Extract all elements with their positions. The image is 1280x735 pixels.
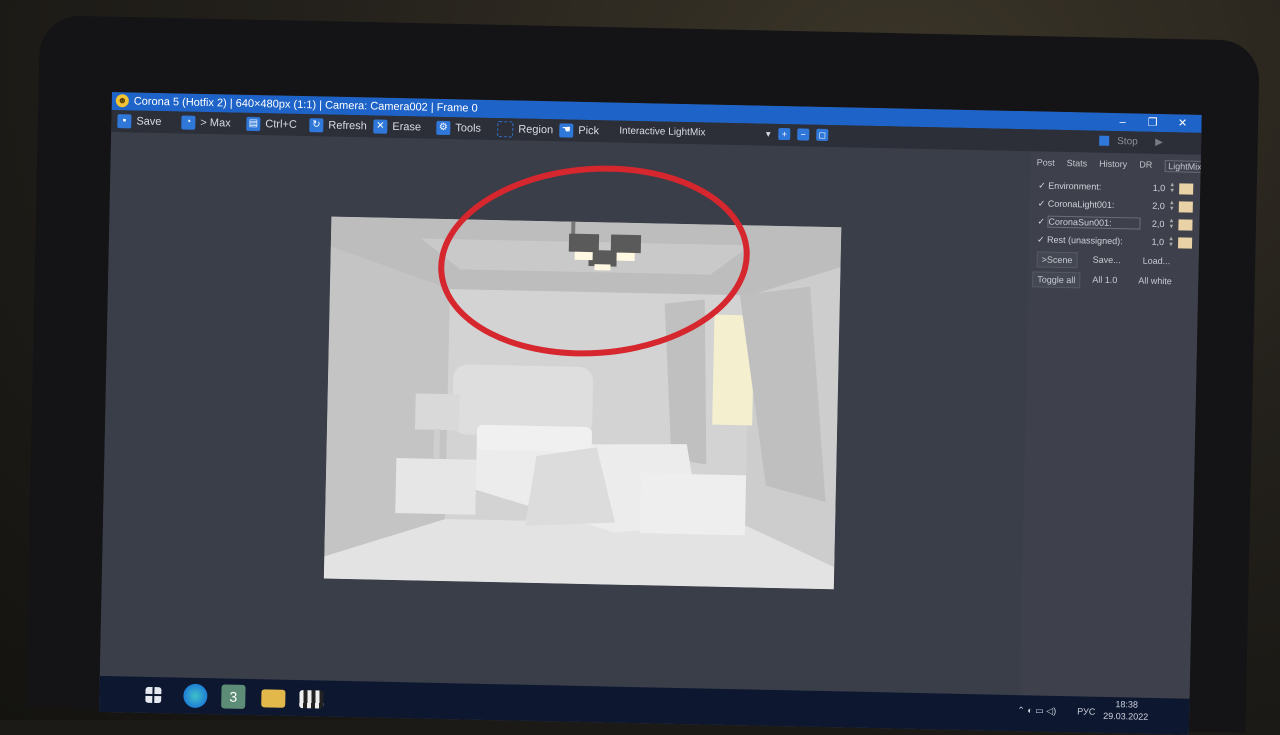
light-row-rest: ✓ Rest (unassigned): 1,0 ▲ ▼ bbox=[1037, 231, 1193, 250]
erase-icon: ✕ bbox=[373, 119, 388, 134]
mode-select[interactable]: Interactive LightMix ▼ bbox=[616, 124, 774, 142]
checkbox[interactable]: ✓ bbox=[1037, 216, 1047, 227]
edge-icon[interactable] bbox=[183, 683, 208, 709]
erase-button[interactable]: ✕ Erase bbox=[373, 117, 421, 136]
save-button[interactable]: ▪ Save bbox=[117, 112, 162, 131]
copy-button[interactable]: ▤ Ctrl+C bbox=[246, 115, 297, 134]
spinner-icon[interactable]: ▲ ▼ bbox=[1169, 182, 1175, 194]
windows-start-icon[interactable] bbox=[145, 686, 162, 704]
zoom-out-icon[interactable]: − bbox=[797, 128, 810, 141]
floppy-disk-icon: ▪ bbox=[117, 114, 132, 129]
refresh-icon: ↻ bbox=[309, 118, 324, 133]
tab-lightmix[interactable]: LightMix bbox=[1164, 160, 1202, 173]
light-row-coronalight001: ✓ CoronaLight001: 2,0 ▲ ▼ bbox=[1038, 195, 1193, 214]
minimize-icon[interactable]: – bbox=[1107, 113, 1137, 132]
3dsmax-icon[interactable]: 3 bbox=[221, 684, 246, 709]
copy-icon: ▤ bbox=[246, 116, 261, 132]
tab-post[interactable]: Post bbox=[1037, 157, 1055, 169]
spinner-icon[interactable]: ▲ ▼ bbox=[1168, 218, 1174, 230]
checkbox[interactable]: ✓ bbox=[1038, 198, 1048, 209]
tools-button[interactable]: ⚙ Tools bbox=[436, 119, 481, 138]
gear-icon: ⚙ bbox=[436, 120, 451, 136]
tab-dr[interactable]: DR bbox=[1139, 160, 1152, 172]
panel-tabs: Post Stats History DR LightMix bbox=[1037, 157, 1202, 173]
tab-stats[interactable]: Stats bbox=[1067, 158, 1088, 170]
intensity-input[interactable]: 2,0 bbox=[1141, 201, 1165, 211]
light-row-coronasun001: ✓ CoronaSun001: 2,0 ▲ ▼ bbox=[1037, 213, 1193, 232]
language-indicator[interactable]: РУС bbox=[1077, 706, 1095, 716]
all-white-button[interactable]: All white bbox=[1138, 274, 1172, 289]
load-preset-button[interactable]: Load... bbox=[1143, 254, 1171, 269]
toggle-all-button[interactable]: Toggle all bbox=[1032, 271, 1081, 289]
play-icon[interactable]: ▶ bbox=[1155, 132, 1163, 154]
spinner-icon[interactable]: ▲ ▼ bbox=[1168, 236, 1174, 248]
zoom-fit-icon[interactable]: ◻ bbox=[816, 128, 829, 142]
stop-icon[interactable] bbox=[1099, 135, 1110, 146]
clock-time[interactable]: 18:38 bbox=[1115, 699, 1138, 709]
region-button[interactable]: Region bbox=[497, 120, 553, 139]
color-swatch[interactable] bbox=[1178, 218, 1193, 231]
intensity-input[interactable]: 2,0 bbox=[1140, 219, 1165, 229]
region-icon bbox=[497, 121, 514, 138]
lightmix-panel: Post Stats History DR LightMix ✓ Environ… bbox=[1019, 151, 1202, 715]
intensity-input[interactable]: 1,0 bbox=[1141, 183, 1166, 193]
close-icon[interactable]: ✕ bbox=[1167, 114, 1197, 133]
maximize-icon[interactable]: ❐ bbox=[1137, 113, 1167, 132]
refresh-button[interactable]: ↻ Refresh bbox=[309, 116, 367, 135]
tray-icons[interactable]: ⌃ ◐ ▭ ◁) bbox=[1017, 705, 1056, 717]
all-one-button[interactable]: All 1.0 bbox=[1092, 273, 1117, 288]
file-explorer-icon[interactable] bbox=[261, 689, 286, 708]
clapper-icon[interactable] bbox=[299, 690, 324, 709]
max-button[interactable]: ◔ > Max bbox=[181, 113, 231, 132]
stop-button[interactable]: Stop bbox=[1117, 131, 1138, 153]
corona-logo-icon: ☻ bbox=[115, 94, 129, 108]
tab-history[interactable]: History bbox=[1099, 159, 1127, 172]
intensity-input[interactable]: 1,0 bbox=[1140, 237, 1164, 247]
chevron-down-icon: ▼ bbox=[764, 129, 773, 139]
to-scene-button[interactable]: >Scene bbox=[1036, 251, 1078, 269]
zoom-in-icon[interactable]: + bbox=[778, 127, 791, 141]
save-preset-button[interactable]: Save... bbox=[1093, 253, 1121, 268]
light-row-environment: ✓ Environment: 1,0 ▲ ▼ bbox=[1038, 177, 1194, 196]
clock-date[interactable]: 29.03.2022 bbox=[1103, 711, 1148, 722]
max-icon: ◔ bbox=[181, 115, 196, 130]
checkbox[interactable]: ✓ bbox=[1037, 234, 1047, 245]
spinner-icon[interactable]: ▲ ▼ bbox=[1169, 200, 1175, 212]
checkbox[interactable]: ✓ bbox=[1038, 180, 1048, 191]
hand-pointer-icon: ☚ bbox=[559, 123, 574, 138]
pick-button[interactable]: ☚ Pick bbox=[559, 121, 599, 140]
color-swatch[interactable] bbox=[1179, 182, 1194, 195]
color-swatch[interactable] bbox=[1178, 200, 1193, 213]
color-swatch[interactable] bbox=[1177, 236, 1193, 249]
